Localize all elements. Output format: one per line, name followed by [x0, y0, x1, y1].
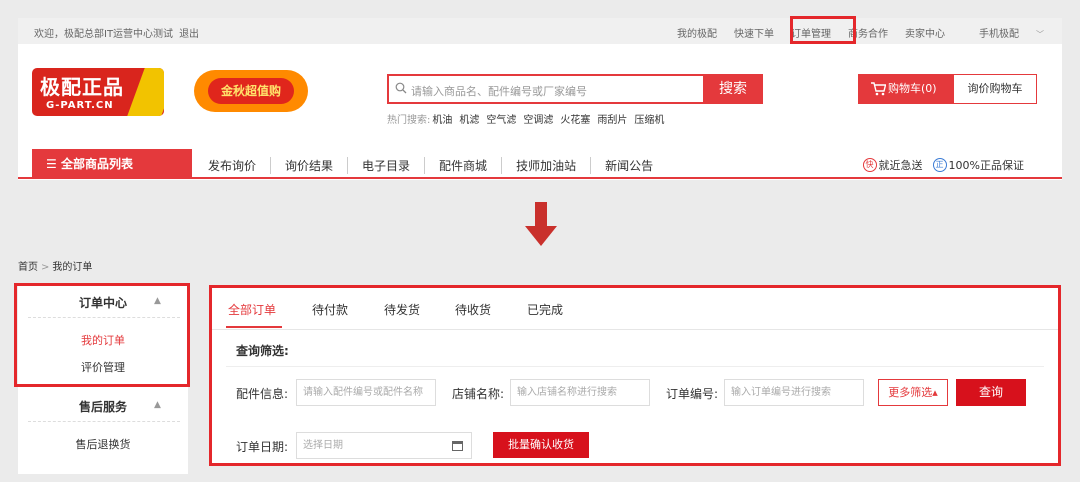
order-management-highlight — [790, 16, 856, 44]
order-date-placeholder: 选择日期 — [303, 440, 343, 451]
all-categories-label: 全部商品列表 — [60, 157, 133, 171]
batch-confirm-receipt-button[interactable]: 批量确认收货 — [493, 432, 589, 458]
calendar-icon[interactable] — [452, 441, 463, 451]
nav-item-e-catalog[interactable]: 电子目录 — [347, 157, 424, 174]
active-tab-indicator — [226, 326, 282, 328]
all-categories-button[interactable]: ☰ 全部商品列表 — [32, 149, 192, 179]
shop-name-input[interactable]: 输入店铺名称进行搜索 — [510, 379, 650, 406]
search-box[interactable]: 请输入商品名、配件编号或厂家编号 搜索 — [387, 74, 763, 104]
genuine-icon: 正 — [932, 158, 947, 172]
order-date-label: 订单日期: — [236, 440, 289, 454]
more-filters-button[interactable]: 更多筛选▴ — [878, 379, 948, 406]
nav-item-news[interactable]: 新闻公告 — [590, 157, 667, 174]
query-button[interactable]: 查询 — [956, 379, 1026, 406]
site-header: 欢迎，极配总部IT运营中心测试 退出 我的极配 快速下单 订单管理 商务合作 卖家… — [18, 16, 1062, 180]
promo-badge[interactable]: 金秋超值购 — [194, 68, 308, 116]
order-number-input[interactable]: 输入订单编号进行搜索 — [724, 379, 864, 406]
sidebar-divider — [28, 421, 180, 422]
nav-item-technician-station[interactable]: 技师加油站 — [501, 157, 590, 174]
search-button[interactable]: 搜索 — [703, 74, 763, 104]
seller-center-link[interactable]: 卖家中心 — [905, 25, 945, 40]
logo-chinese: 极配正品 — [40, 75, 124, 99]
part-info-label: 配件信息: — [236, 387, 289, 401]
chevron-down-icon: ﹀ — [1036, 30, 1044, 39]
tab-pending-payment[interactable]: 待付款 — [312, 301, 348, 318]
nav-item-parts-mall[interactable]: 配件商城 — [424, 157, 501, 174]
inquiry-cart-button[interactable]: 询价购物车 — [953, 74, 1037, 104]
logo-stripe — [127, 68, 164, 116]
nav-items: 发布询价 询价结果 电子目录 配件商城 技师加油站 新闻公告 — [194, 157, 667, 174]
hot-keyword[interactable]: 火花塞 — [560, 111, 590, 126]
collapse-icon[interactable]: ▲ — [154, 400, 161, 410]
order-number-label: 订单编号: — [666, 387, 719, 401]
welcome-text: 欢迎，极配总部IT运营中心测试 退出 — [34, 25, 199, 40]
menu-icon: ☰ — [46, 157, 61, 171]
nav-item-inquiry-results[interactable]: 询价结果 — [270, 157, 347, 174]
fast-delivery-label: 就近急送 — [878, 159, 923, 172]
breadcrumb: 首页 > 我的订单 — [18, 258, 92, 273]
order-center-highlight — [14, 283, 190, 387]
arrow-down-icon — [525, 202, 557, 246]
shop-name-label: 店铺名称: — [452, 387, 505, 401]
tab-pending-shipment[interactable]: 待发货 — [384, 301, 420, 318]
nav-item-publish-inquiry[interactable]: 发布询价 — [194, 157, 270, 174]
order-date-input[interactable]: 选择日期 — [296, 432, 472, 459]
fast-delivery-icon: 快 — [862, 158, 877, 172]
breadcrumb-home[interactable]: 首页 — [18, 262, 38, 273]
search-icon — [395, 82, 407, 94]
hot-keyword[interactable]: 空调滤 — [523, 111, 553, 126]
hot-keyword[interactable]: 机滤 — [459, 111, 479, 126]
hot-search-label: 热门搜索: — [387, 115, 431, 126]
sidebar-section-after-sales[interactable]: 售后服务 — [18, 398, 188, 415]
chevron-right-icon: > — [41, 262, 50, 273]
logout-link[interactable]: 退出 — [179, 29, 199, 40]
order-tabs: 全部订单 待付款 待发货 待收货 已完成 — [212, 288, 1058, 330]
hot-searches: 热门搜索: 机油 机滤 空气滤 空调滤 火花塞 雨刮片 压缩机 — [387, 111, 671, 126]
hot-keyword[interactable]: 压缩机 — [634, 111, 664, 126]
service-assurances: 快就近急送 正 100%正品保证 — [853, 157, 1024, 173]
mobile-gpart-link[interactable]: 手机极配 ﹀ — [962, 25, 1044, 40]
cart-button[interactable]: 购物车(0) — [858, 74, 954, 104]
welcome-message: 欢迎，极配总部IT运营中心测试 — [34, 29, 174, 40]
sidebar-item-returns[interactable]: 售后退换货 — [18, 436, 188, 452]
part-info-input[interactable]: 请输入配件编号或配件名称 — [296, 379, 436, 406]
tab-all-orders[interactable]: 全部订单 — [228, 301, 276, 318]
promo-label: 金秋超值购 — [208, 78, 294, 104]
site-logo[interactable]: 极配正品 G-PART.CN — [32, 68, 164, 116]
mobile-gpart-label: 手机极配 — [979, 29, 1019, 40]
tab-pending-receipt[interactable]: 待收货 — [455, 301, 491, 318]
main-nav: ☰ 全部商品列表 发布询价 询价结果 电子目录 配件商城 技师加油站 新闻公告 … — [18, 149, 1062, 179]
cart-icon — [871, 82, 886, 96]
cart-label: 购物车(0) — [888, 82, 937, 95]
my-gpart-link[interactable]: 我的极配 — [677, 25, 717, 40]
search-input[interactable]: 请输入商品名、配件编号或厂家编号 — [411, 83, 587, 99]
filter-divider — [226, 366, 1044, 367]
top-utility-bar: 欢迎，极配总部IT运营中心测试 退出 我的极配 快速下单 订单管理 商务合作 卖家… — [18, 16, 1062, 44]
breadcrumb-current: 我的订单 — [52, 262, 93, 273]
filter-title: 查询筛选: — [236, 344, 289, 358]
quick-order-link[interactable]: 快速下单 — [734, 25, 774, 40]
orders-panel: 全部订单 待付款 待发货 待收货 已完成 查询筛选: 配件信息: 请输入配件编号… — [209, 285, 1061, 466]
hot-keyword[interactable]: 机油 — [432, 111, 452, 126]
fast-delivery: 快就近急送 — [862, 157, 923, 173]
genuine-label: 100%正品保证 — [948, 159, 1024, 172]
genuine-guarantee: 正 100%正品保证 — [932, 157, 1024, 173]
hot-keyword[interactable]: 雨刮片 — [597, 111, 627, 126]
tab-completed[interactable]: 已完成 — [527, 301, 563, 318]
hot-keyword[interactable]: 空气滤 — [486, 111, 516, 126]
logo-english: G-PART.CN — [46, 100, 114, 111]
